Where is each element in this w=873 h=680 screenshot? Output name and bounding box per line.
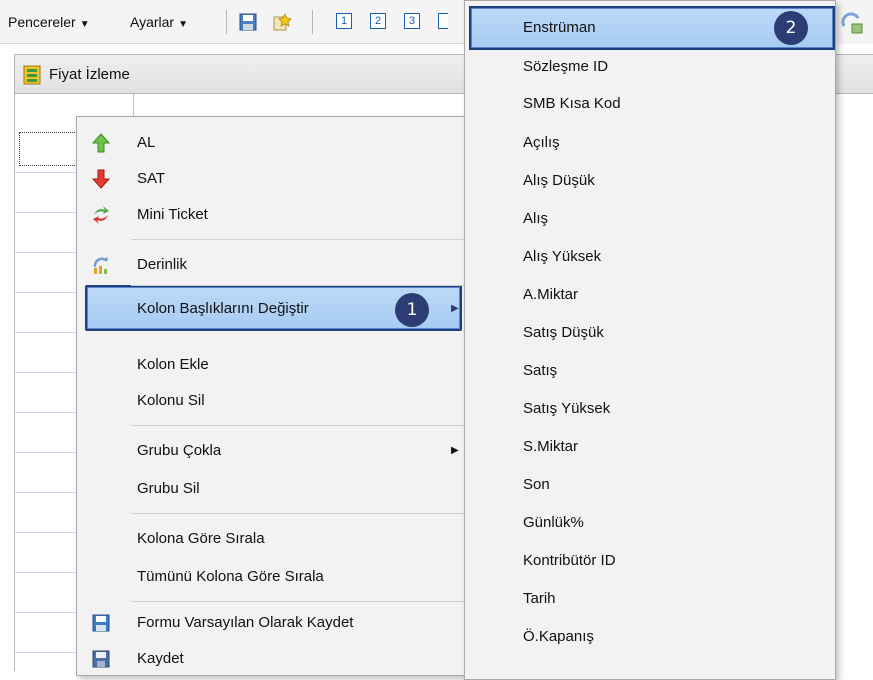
step-badge-2: 2 [774,11,808,45]
grid-row [15,652,85,653]
settings-menu[interactable]: Ayarlar ▼ [130,0,188,44]
submenu-item-instrument[interactable]: Enstrüman [523,9,596,47]
menu-item-label: Kaydet [137,650,184,667]
submenu-item-bid[interactable]: Alış [523,200,548,238]
menu-item-mini-ticket[interactable]: Mini Ticket [77,195,470,235]
menu-item-label: SAT [137,170,166,187]
menu-item-sell[interactable]: SAT [77,159,470,199]
menu-item-add-column[interactable]: Kolon Ekle [77,345,470,385]
chevron-right-icon: ▶ [451,445,459,456]
save-icon[interactable] [238,12,258,32]
submenu-item-bid-high[interactable]: Alış Yüksek [523,238,601,276]
menu-item-sort-by-column[interactable]: Kolona Göre Sırala [77,519,470,559]
submenu-item-date[interactable]: Tarih [523,580,556,618]
settings-menu-label: Ayarlar [130,14,175,30]
refresh-icon[interactable] [840,12,864,34]
menu-item-label: AL [137,134,156,151]
submenu-item-short-code[interactable]: SMB Kısa Kod [523,85,621,123]
menu-item-label: Grubu Çokla [137,442,222,459]
grid-row [15,172,85,173]
submenu-item-ask[interactable]: Satış [523,352,557,390]
layout-2-button[interactable]: 2 [370,13,386,29]
submenu-item-contract-id[interactable]: Sözleşme ID [523,48,608,86]
submenu-item-open[interactable]: Açılış [523,124,560,162]
panel-title: Fiyat İzleme [49,66,130,83]
submenu-item-bid-qty[interactable]: A.Miktar [523,276,578,314]
grid-row [15,212,85,213]
grid-row [15,292,85,293]
menu-item-delete-group[interactable]: Grubu Sil [77,469,470,509]
chevron-down-icon: ▼ [79,19,90,30]
toolbar-divider [226,10,227,34]
menu-item-delete-column[interactable]: Kolonu Sil [77,381,470,421]
menu-separator [131,601,467,602]
depth-icon [93,257,108,274]
menu-item-duplicate-group[interactable]: Grubu Çokla ▶ [77,431,470,471]
windows-menu-label: Pencereler [8,14,76,30]
grid-row [15,372,85,373]
submenu-item-bid-low[interactable]: Alış Düşük [523,162,595,200]
layout-wizard-icon[interactable] [272,12,292,32]
menu-item-label: Kolona Göre Sırala [137,530,265,547]
menu-item-label: Formu Varsayılan Olarak Kaydet [137,614,354,631]
toolbar-divider [312,10,313,34]
arrow-up-green-icon [91,133,111,153]
menu-item-label: Derinlik [137,256,188,273]
toolbar-right-area [836,0,873,44]
submenu-item-prev-close[interactable]: Ö.Kapanış [523,618,594,656]
grid-row [15,252,85,253]
submenu-item-ask-qty[interactable]: S.Miktar [523,428,578,466]
menu-item-label: Kolonu Sil [137,392,205,409]
menu-separator [131,425,467,426]
layout-4-button[interactable] [438,13,448,29]
submenu-item-ask-low[interactable]: Satış Düşük [523,314,604,352]
menu-item-label: Kolon Ekle [137,356,209,373]
submenu-item-contributor-id[interactable]: Kontribütör ID [523,542,616,580]
panel-header-right [836,54,873,94]
layout-3-button[interactable]: 3 [404,13,420,29]
layout-1-button[interactable]: 1 [336,13,352,29]
menu-item-save-as-default[interactable]: Formu Varsayılan Olarak Kaydet [77,603,470,643]
menu-separator [131,513,467,514]
column-header-submenu: 2 Enstrüman Sözleşme ID SMB Kısa Kod Açı… [464,0,836,680]
grid-row [15,452,85,453]
menu-separator [131,239,467,240]
price-watch-icon [23,65,41,85]
menu-item-label: Grubu Sil [137,480,200,497]
menu-separator [131,285,467,286]
grid-row [15,612,85,613]
menu-item-sort-all-by-column[interactable]: Tümünü Kolona Göre Sırala [77,557,470,597]
grid-row [15,492,85,493]
menu-item-label: Mini Ticket [137,206,208,223]
context-menu: AL SAT Mini Ticket Derinlik Kolon Başlık… [76,116,471,676]
grid-row [15,572,85,573]
chevron-down-icon: ▼ [178,19,188,30]
mini-ticket-icon [93,206,109,224]
grid-row [15,532,85,533]
grid-row [15,412,85,413]
windows-menu[interactable]: Pencereler ▼ [8,0,90,44]
menu-item-save[interactable]: Kaydet [77,639,470,679]
arrow-down-red-icon [91,169,111,189]
menu-item-label: Tümünü Kolona Göre Sırala [137,568,324,585]
submenu-item-ask-high[interactable]: Satış Yüksek [523,390,610,428]
menu-item-depth[interactable]: Derinlik [77,245,470,285]
step-badge-1: 1 [395,293,429,327]
menu-item-label: Kolon Başlıklarını Değiştir [137,300,309,317]
menu-item-buy[interactable]: AL [77,123,470,163]
submenu-item-daily-pct[interactable]: Günlük% [523,504,584,542]
save-icon [92,650,110,668]
grid-row [15,332,85,333]
submenu-item-last[interactable]: Son [523,466,550,504]
save-default-icon [92,614,110,632]
chevron-right-icon: ▶ [451,303,459,314]
